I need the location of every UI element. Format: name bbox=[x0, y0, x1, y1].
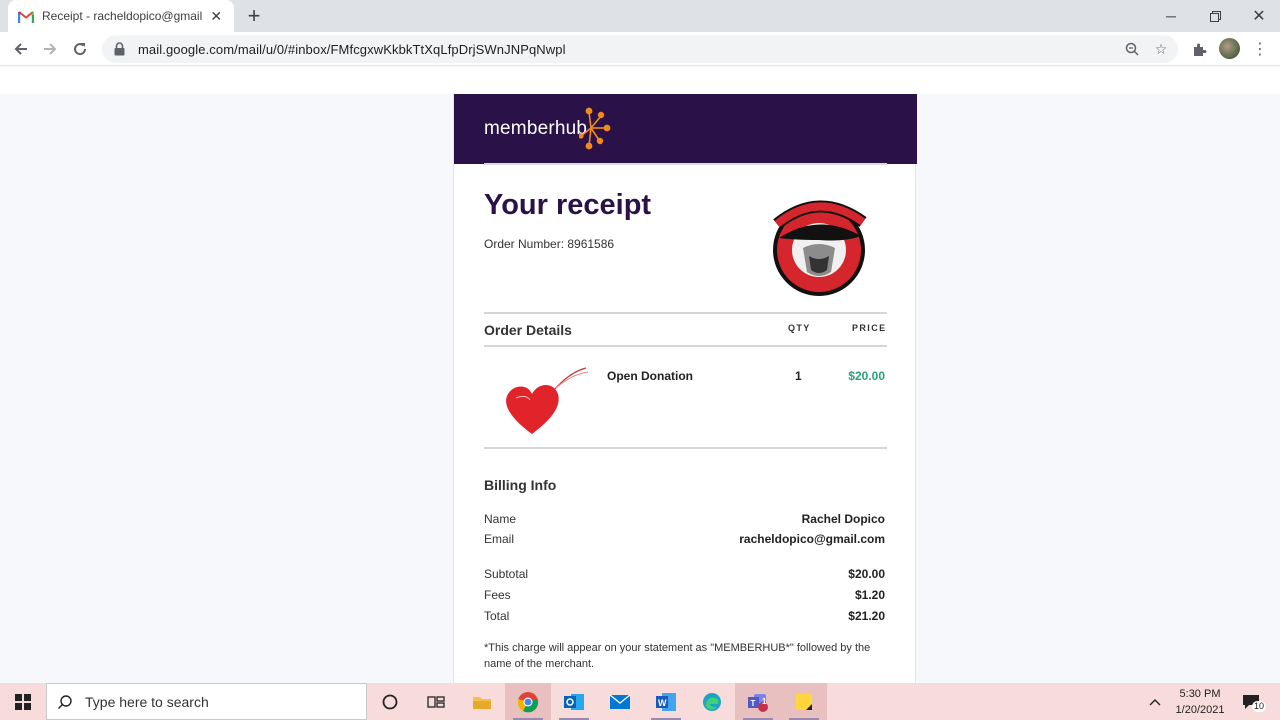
file-explorer-icon[interactable] bbox=[459, 683, 505, 720]
billing-name-value: Rachel Dopico bbox=[801, 512, 885, 526]
memberhub-logo: memberhub bbox=[484, 118, 587, 140]
fees-label: Fees bbox=[484, 588, 511, 602]
teams-badge: 1 bbox=[762, 697, 767, 706]
browser-tab[interactable]: Receipt - racheldopico@gmail.com ✕ bbox=[8, 0, 234, 32]
qty-column-header: QTY bbox=[788, 323, 811, 333]
total-value: $21.20 bbox=[848, 609, 885, 623]
order-details-header-rule bbox=[484, 345, 887, 347]
receipt-card: memberhub Your receipt Order Number: 896… bbox=[453, 94, 917, 683]
item-qty: 1 bbox=[795, 369, 802, 383]
new-tab-icon[interactable]: + bbox=[244, 5, 264, 27]
search-placeholder: Type here to search bbox=[85, 693, 209, 710]
lock-icon bbox=[114, 42, 128, 56]
profile-avatar[interactable] bbox=[1219, 38, 1240, 59]
order-details-top-rule bbox=[484, 312, 887, 314]
order-details-heading: Order Details bbox=[484, 322, 572, 338]
windows-start-icon[interactable] bbox=[0, 683, 46, 720]
sticky-notes-icon[interactable] bbox=[781, 683, 827, 720]
tab-title: Receipt - racheldopico@gmail.com bbox=[42, 9, 203, 23]
gmail-icon bbox=[18, 10, 34, 23]
taskbar-clock[interactable]: 5:30 PM 1/20/2021 bbox=[1168, 686, 1232, 718]
chrome-taskbar-icon[interactable] bbox=[505, 683, 551, 720]
url-text: mail.google.com/mail/u/0/#inbox/FMfcgxwK… bbox=[138, 41, 566, 57]
task-view-icon[interactable] bbox=[413, 683, 459, 720]
edge-icon[interactable] bbox=[689, 683, 735, 720]
order-details-bottom-rule bbox=[484, 447, 887, 449]
giving-tuesday-heart-image bbox=[506, 367, 589, 434]
billing-info-heading: Billing Info bbox=[484, 477, 557, 493]
subtotal-value: $20.00 bbox=[848, 567, 885, 581]
order-number: Order Number: 8961586 bbox=[484, 237, 615, 251]
windows-taskbar: Type here to search W T 1 5:30 PM 1/20/2… bbox=[0, 683, 1280, 720]
brand-name: memberhub bbox=[484, 118, 588, 139]
total-label: Total bbox=[484, 609, 510, 623]
minimize-icon[interactable]: ─ bbox=[1148, 0, 1194, 32]
clock-time: 5:30 PM bbox=[1179, 688, 1221, 700]
teams-icon[interactable]: T 1 bbox=[735, 683, 781, 720]
show-hidden-icons-icon[interactable] bbox=[1146, 683, 1164, 720]
svg-text:W: W bbox=[658, 698, 667, 708]
outlook-icon[interactable] bbox=[551, 683, 597, 720]
header-divider bbox=[484, 163, 887, 165]
tab-close-icon[interactable]: ✕ bbox=[208, 8, 224, 25]
memberhub-header: memberhub bbox=[454, 94, 917, 164]
menu-kebab-icon[interactable]: ⋮ bbox=[1250, 39, 1270, 59]
mail-icon[interactable] bbox=[597, 683, 643, 720]
school-logo-image bbox=[773, 200, 867, 296]
bookmark-star-icon[interactable]: ☆ bbox=[1152, 40, 1170, 58]
search-icon bbox=[58, 694, 72, 709]
statement-note: *This charge will appear on your stateme… bbox=[484, 642, 871, 670]
word-icon[interactable]: W bbox=[643, 683, 689, 720]
subtotal-label: Subtotal bbox=[484, 567, 529, 581]
content-top-strip bbox=[0, 67, 1280, 94]
forward-icon[interactable] bbox=[37, 36, 63, 62]
billing-name-label: Name bbox=[484, 512, 517, 526]
back-icon[interactable] bbox=[8, 36, 34, 62]
item-price: $20.00 bbox=[848, 369, 885, 383]
cortana-icon[interactable] bbox=[367, 683, 413, 720]
fees-value: $1.20 bbox=[854, 588, 885, 602]
memberhub-burst-icon bbox=[579, 107, 611, 150]
billing-email-label: Email bbox=[484, 532, 515, 546]
price-column-header: PRICE bbox=[852, 323, 887, 333]
zoom-icon[interactable] bbox=[1123, 40, 1141, 58]
clock-date: 1/20/2021 bbox=[1175, 704, 1225, 716]
restore-icon[interactable] bbox=[1192, 0, 1238, 32]
address-bar[interactable]: mail.google.com/mail/u/0/#inbox/FMfcgxwK… bbox=[102, 35, 1178, 63]
notification-center-icon[interactable]: 10 bbox=[1238, 683, 1267, 720]
reload-icon[interactable] bbox=[67, 36, 93, 62]
notification-count-badge: 10 bbox=[1252, 701, 1267, 712]
browser-toolbar: mail.google.com/mail/u/0/#inbox/FMfcgxwK… bbox=[0, 32, 1280, 66]
svg-text:T: T bbox=[751, 699, 756, 708]
billing-email-value: racheldopico@gmail.com bbox=[739, 532, 885, 546]
extensions-icon[interactable] bbox=[1189, 39, 1209, 59]
email-content-area: memberhub Your receipt Order Number: 896… bbox=[0, 67, 1280, 683]
close-window-icon[interactable]: ✕ bbox=[1236, 0, 1280, 32]
browser-tab-bar: Receipt - racheldopico@gmail.com ✕ + ─ ✕ bbox=[0, 0, 1280, 32]
item-name: Open Donation bbox=[607, 369, 693, 383]
receipt-title: Your receipt bbox=[484, 189, 652, 221]
taskbar-search-box[interactable]: Type here to search bbox=[46, 683, 367, 720]
